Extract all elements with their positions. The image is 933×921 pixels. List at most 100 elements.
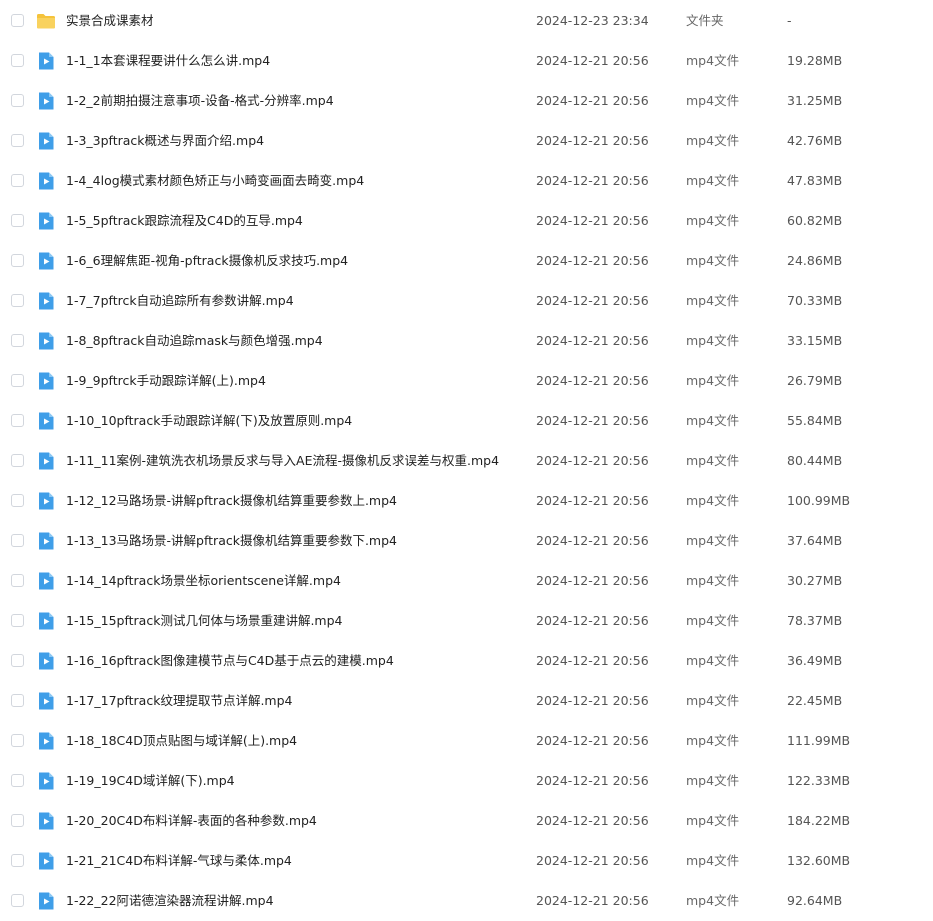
modified-date: 2024-12-21 20:56 bbox=[536, 653, 649, 668]
file-row[interactable]: 1-4_4log模式素材颜色矫正与小畸变画面去畸变.mp4 2024-12-21 … bbox=[0, 161, 933, 201]
file-row[interactable]: 1-15_15pftrack测试几何体与场景重建讲解.mp4 2024-12-21… bbox=[0, 601, 933, 641]
file-size: 100.99MB bbox=[787, 493, 851, 508]
video-file-icon bbox=[36, 571, 56, 591]
file-row[interactable]: 1-20_20C4D布料详解-表面的各种参数.mp4 2024-12-21 20:… bbox=[0, 801, 933, 841]
row-checkbox[interactable] bbox=[11, 774, 24, 787]
video-file-icon bbox=[36, 651, 56, 671]
video-file-icon bbox=[36, 211, 56, 231]
file-row[interactable]: 1-2_2前期拍摄注意事项-设备-格式-分辨率.mp4 2024-12-21 20… bbox=[0, 81, 933, 121]
file-name[interactable]: 1-7_7pftrck自动追踪所有参数讲解.mp4 bbox=[66, 292, 294, 310]
file-size: 111.99MB bbox=[787, 733, 851, 748]
row-checkbox[interactable] bbox=[11, 174, 24, 187]
file-size: 184.22MB bbox=[787, 813, 851, 828]
modified-date: 2024-12-21 20:56 bbox=[536, 373, 649, 388]
file-size: 42.76MB bbox=[787, 133, 843, 148]
file-name[interactable]: 1-16_16pftrack图像建模节点与C4D基于点云的建模.mp4 bbox=[66, 652, 394, 670]
file-name[interactable]: 1-4_4log模式素材颜色矫正与小畸变画面去畸变.mp4 bbox=[66, 172, 364, 190]
file-name[interactable]: 1-11_11案例-建筑洗衣机场景反求与导入AE流程-摄像机反求误差与权重.mp… bbox=[66, 452, 499, 470]
file-name[interactable]: 1-14_14pftrack场景坐标orientscene详解.mp4 bbox=[66, 572, 341, 590]
row-checkbox[interactable] bbox=[11, 214, 24, 227]
video-file-icon bbox=[36, 291, 56, 311]
file-type: mp4文件 bbox=[686, 533, 740, 548]
file-list: 实景合成课素材 2024-12-23 23:34 文件夹 - 1-1_1本套课程要讲什么… bbox=[0, 1, 933, 921]
file-size: 122.33MB bbox=[787, 773, 851, 788]
file-size: 55.84MB bbox=[787, 413, 843, 428]
file-row[interactable]: 1-12_12马路场景-讲解pftrack摄像机结算重要参数上.mp4 2024-… bbox=[0, 481, 933, 521]
file-name[interactable]: 1-1_1本套课程要讲什么怎么讲.mp4 bbox=[66, 52, 270, 70]
row-checkbox[interactable] bbox=[11, 494, 24, 507]
video-file-icon bbox=[36, 411, 56, 431]
file-size: 26.79MB bbox=[787, 373, 843, 388]
file-row[interactable]: 1-10_10pftrack手动跟踪详解(下)及放置原则.mp4 2024-12-… bbox=[0, 401, 933, 441]
row-checkbox[interactable] bbox=[11, 414, 24, 427]
row-checkbox[interactable] bbox=[11, 14, 24, 27]
file-row[interactable]: 1-17_17pftrack纹理提取节点详解.mp4 2024-12-21 20:… bbox=[0, 681, 933, 721]
file-name[interactable]: 实景合成课素材 bbox=[66, 12, 154, 30]
row-checkbox[interactable] bbox=[11, 134, 24, 147]
file-type: mp4文件 bbox=[686, 773, 740, 788]
row-checkbox[interactable] bbox=[11, 694, 24, 707]
row-checkbox[interactable] bbox=[11, 454, 24, 467]
row-checkbox[interactable] bbox=[11, 294, 24, 307]
file-row[interactable]: 1-21_21C4D布料详解-气球与柔体.mp4 2024-12-21 20:56… bbox=[0, 841, 933, 881]
file-name[interactable]: 1-9_9pftrck手动跟踪详解(上).mp4 bbox=[66, 372, 266, 390]
file-name[interactable]: 1-3_3pftrack概述与界面介绍.mp4 bbox=[66, 132, 264, 150]
file-name[interactable]: 1-13_13马路场景-讲解pftrack摄像机结算重要参数下.mp4 bbox=[66, 532, 397, 550]
file-name[interactable]: 1-19_19C4D域详解(下).mp4 bbox=[66, 772, 235, 790]
file-row[interactable]: 1-18_18C4D顶点贴图与域详解(上).mp4 2024-12-21 20:5… bbox=[0, 721, 933, 761]
video-file-icon bbox=[36, 491, 56, 511]
video-file-icon bbox=[36, 51, 56, 71]
file-row[interactable]: 1-3_3pftrack概述与界面介绍.mp4 2024-12-21 20:56 m… bbox=[0, 121, 933, 161]
file-row[interactable]: 1-11_11案例-建筑洗衣机场景反求与导入AE流程-摄像机反求误差与权重.mp… bbox=[0, 441, 933, 481]
file-type: mp4文件 bbox=[686, 373, 740, 388]
row-checkbox[interactable] bbox=[11, 814, 24, 827]
file-size: 31.25MB bbox=[787, 93, 843, 108]
file-row[interactable]: 1-13_13马路场景-讲解pftrack摄像机结算重要参数下.mp4 2024-… bbox=[0, 521, 933, 561]
file-type: mp4文件 bbox=[686, 293, 740, 308]
file-size: 37.64MB bbox=[787, 533, 843, 548]
file-name[interactable]: 1-22_22阿诺德渲染器流程讲解.mp4 bbox=[66, 892, 274, 910]
file-size: - bbox=[787, 13, 792, 28]
row-checkbox[interactable] bbox=[11, 894, 24, 907]
file-row[interactable]: 1-19_19C4D域详解(下).mp4 2024-12-21 20:56 mp4文… bbox=[0, 761, 933, 801]
file-name[interactable]: 1-21_21C4D布料详解-气球与柔体.mp4 bbox=[66, 852, 292, 870]
row-checkbox[interactable] bbox=[11, 254, 24, 267]
file-name[interactable]: 1-5_5pftrack跟踪流程及C4D的互导.mp4 bbox=[66, 212, 303, 230]
file-row[interactable]: 1-1_1本套课程要讲什么怎么讲.mp4 2024-12-21 20:56 mp4文… bbox=[0, 41, 933, 81]
folder-row[interactable]: 实景合成课素材 2024-12-23 23:34 文件夹 - bbox=[0, 1, 933, 41]
row-checkbox[interactable] bbox=[11, 734, 24, 747]
row-checkbox[interactable] bbox=[11, 94, 24, 107]
row-checkbox[interactable] bbox=[11, 534, 24, 547]
video-file-icon bbox=[36, 171, 56, 191]
file-row[interactable]: 1-9_9pftrck手动跟踪详解(上).mp4 2024-12-21 20:56… bbox=[0, 361, 933, 401]
file-name[interactable]: 1-8_8pftrack自动追踪mask与颜色增强.mp4 bbox=[66, 332, 323, 350]
file-row[interactable]: 1-14_14pftrack场景坐标orientscene详解.mp4 2024-… bbox=[0, 561, 933, 601]
file-name[interactable]: 1-18_18C4D顶点贴图与域详解(上).mp4 bbox=[66, 732, 297, 750]
file-name[interactable]: 1-10_10pftrack手动跟踪详解(下)及放置原则.mp4 bbox=[66, 412, 352, 430]
file-name[interactable]: 1-17_17pftrack纹理提取节点详解.mp4 bbox=[66, 692, 293, 710]
file-row[interactable]: 1-6_6理解焦距-视角-pftrack摄像机反求技巧.mp4 2024-12-2… bbox=[0, 241, 933, 281]
file-row[interactable]: 1-8_8pftrack自动追踪mask与颜色增强.mp4 2024-12-21 … bbox=[0, 321, 933, 361]
file-name[interactable]: 1-2_2前期拍摄注意事项-设备-格式-分辨率.mp4 bbox=[66, 92, 334, 110]
file-type: mp4文件 bbox=[686, 893, 740, 908]
file-row[interactable]: 1-7_7pftrck自动追踪所有参数讲解.mp4 2024-12-21 20:5… bbox=[0, 281, 933, 321]
file-row[interactable]: 1-22_22阿诺德渲染器流程讲解.mp4 2024-12-21 20:56 mp4… bbox=[0, 881, 933, 921]
video-file-icon bbox=[36, 371, 56, 391]
file-row[interactable]: 1-5_5pftrack跟踪流程及C4D的互导.mp4 2024-12-21 20… bbox=[0, 201, 933, 241]
file-row[interactable]: 1-16_16pftrack图像建模节点与C4D基于点云的建模.mp4 2024-… bbox=[0, 641, 933, 681]
row-checkbox[interactable] bbox=[11, 374, 24, 387]
video-file-icon bbox=[36, 611, 56, 631]
file-name[interactable]: 1-15_15pftrack测试几何体与场景重建讲解.mp4 bbox=[66, 612, 343, 630]
row-checkbox[interactable] bbox=[11, 574, 24, 587]
row-checkbox[interactable] bbox=[11, 334, 24, 347]
file-name[interactable]: 1-6_6理解焦距-视角-pftrack摄像机反求技巧.mp4 bbox=[66, 252, 348, 270]
row-checkbox[interactable] bbox=[11, 854, 24, 867]
row-checkbox[interactable] bbox=[11, 614, 24, 627]
file-size: 60.82MB bbox=[787, 213, 843, 228]
modified-date: 2024-12-21 20:56 bbox=[536, 493, 649, 508]
file-name[interactable]: 1-20_20C4D布料详解-表面的各种参数.mp4 bbox=[66, 812, 317, 830]
row-checkbox[interactable] bbox=[11, 54, 24, 67]
video-file-icon bbox=[36, 251, 56, 271]
row-checkbox[interactable] bbox=[11, 654, 24, 667]
file-name[interactable]: 1-12_12马路场景-讲解pftrack摄像机结算重要参数上.mp4 bbox=[66, 492, 397, 510]
